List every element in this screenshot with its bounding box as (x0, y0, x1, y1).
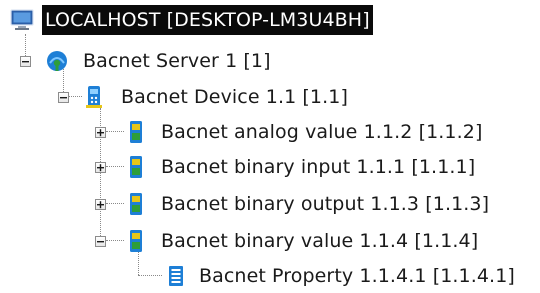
bacnet-object-icon (130, 121, 142, 143)
tree-connector (106, 131, 124, 132)
collapse-toggle[interactable] (58, 92, 69, 103)
tree-node-label: Bacnet binary value 1.1.4 [1.1.4] (161, 230, 479, 252)
tree-connector (106, 166, 124, 167)
bacnet-device-icon (86, 86, 102, 108)
tree-node-label: Bacnet binary input 1.1.1 [1.1.1] (161, 156, 476, 178)
computer-monitor-icon (10, 9, 34, 30)
bacnet-object-icon (130, 193, 142, 215)
tree-node-label: Bacnet analog value 1.1.2 [1.1.2] (161, 121, 483, 143)
tree-connector (138, 250, 139, 275)
expand-toggle[interactable] (95, 199, 106, 210)
bacnet-property-icon (169, 266, 183, 286)
tree-connector (138, 275, 162, 276)
bacnet-server-icon (47, 51, 67, 71)
expand-toggle[interactable] (95, 127, 106, 138)
tree-node-label: LOCALHOST [DESKTOP-LM3U4BH] (42, 5, 373, 35)
object-tree-view[interactable]: LOCALHOST [DESKTOP-LM3U4BH] Bacnet Serve… (0, 0, 540, 293)
expand-toggle[interactable] (95, 162, 106, 173)
collapse-toggle[interactable] (95, 236, 106, 247)
tree-node-label: Bacnet Property 1.1.4.1 [1.1.4.1] (199, 265, 515, 287)
bacnet-object-icon (130, 230, 142, 252)
tree-node-label: Bacnet binary output 1.1.3 [1.1.3] (161, 193, 490, 215)
tree-connector (68, 96, 82, 97)
tree-node-label: Bacnet Device 1.1 [1.1] (121, 86, 348, 108)
bacnet-object-icon (130, 156, 142, 178)
tree-node-label: Bacnet Server 1 [1] (83, 50, 271, 72)
collapse-toggle[interactable] (20, 56, 31, 67)
tree-connector (106, 240, 124, 241)
tree-connector (106, 203, 124, 204)
